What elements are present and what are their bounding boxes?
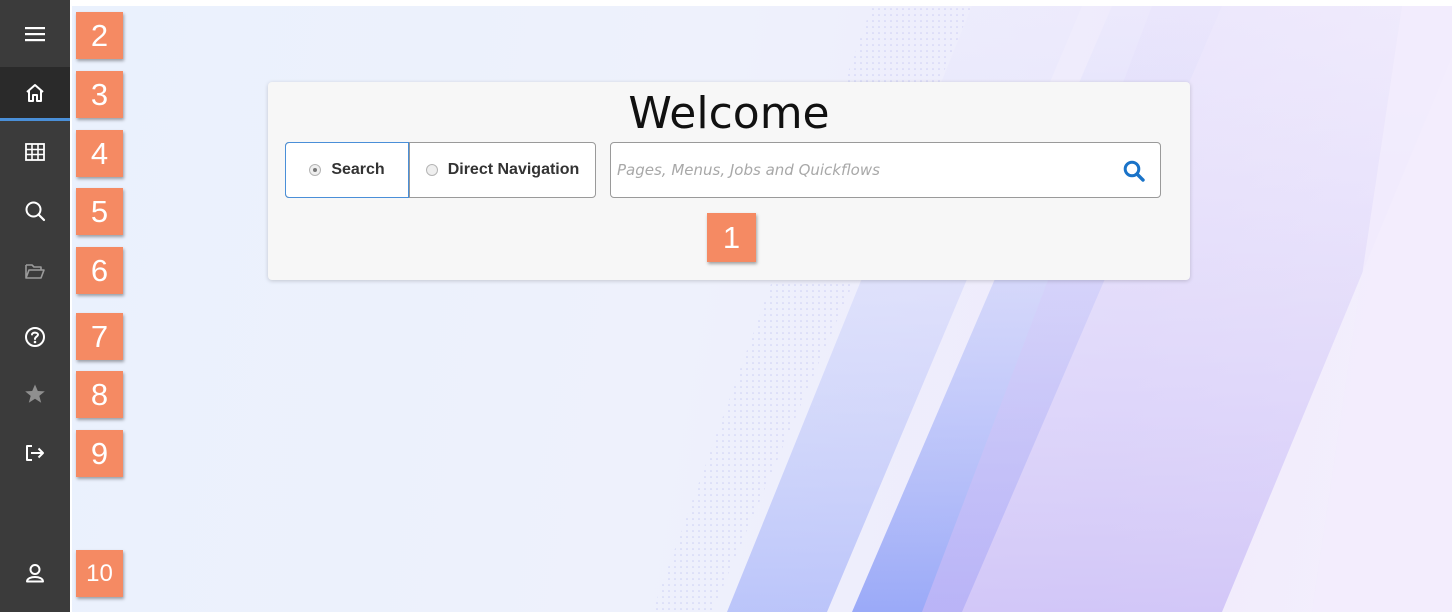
search-icon[interactable] (1122, 159, 1146, 183)
grid-icon (25, 143, 45, 161)
annotation-badge: 6 (76, 247, 123, 294)
search-mode-radio[interactable] (309, 164, 322, 176)
search-mode-option[interactable]: Search (285, 142, 409, 198)
user-profile-button[interactable] (0, 546, 70, 600)
annotation-badge: 2 (76, 12, 123, 59)
annotation-badge: 3 (76, 71, 123, 118)
folder-open-icon (25, 264, 45, 279)
annotation-badge: 5 (76, 188, 123, 235)
favorites-button[interactable] (0, 367, 70, 421)
help-button[interactable] (0, 310, 70, 364)
annotation-badge: 7 (76, 313, 123, 360)
search-mode-toggle: Search Direct Navigation (285, 142, 596, 198)
welcome-title: Welcome (628, 88, 830, 139)
search-field-container (610, 142, 1161, 198)
menu-button[interactable] (0, 7, 70, 61)
search-input[interactable] (617, 151, 1117, 189)
home-icon (26, 83, 44, 102)
hamburger-menu-icon (25, 27, 45, 42)
direct-navigation-option[interactable]: Direct Navigation (409, 143, 595, 197)
direct-navigation-label: Direct Navigation (447, 161, 580, 178)
annotation-badge: 9 (76, 430, 123, 477)
annotation-badge: 4 (76, 130, 123, 177)
help-icon (25, 327, 45, 347)
sign-out-button[interactable] (0, 426, 70, 480)
applications-button[interactable] (0, 125, 70, 179)
star-icon (25, 384, 45, 403)
sidebar (0, 0, 70, 612)
recent-items-button[interactable] (0, 244, 70, 298)
annotation-badge: 1 (707, 213, 756, 262)
sign-out-icon (26, 445, 44, 461)
search-nav-button[interactable] (0, 184, 70, 238)
user-icon (26, 564, 44, 583)
home-button[interactable] (0, 67, 70, 121)
annotation-badge: 10 (76, 550, 123, 597)
annotation-badge: 8 (76, 371, 123, 418)
search-mode-label: Search (331, 161, 385, 178)
search-icon (25, 201, 46, 222)
direct-navigation-radio[interactable] (425, 164, 438, 176)
